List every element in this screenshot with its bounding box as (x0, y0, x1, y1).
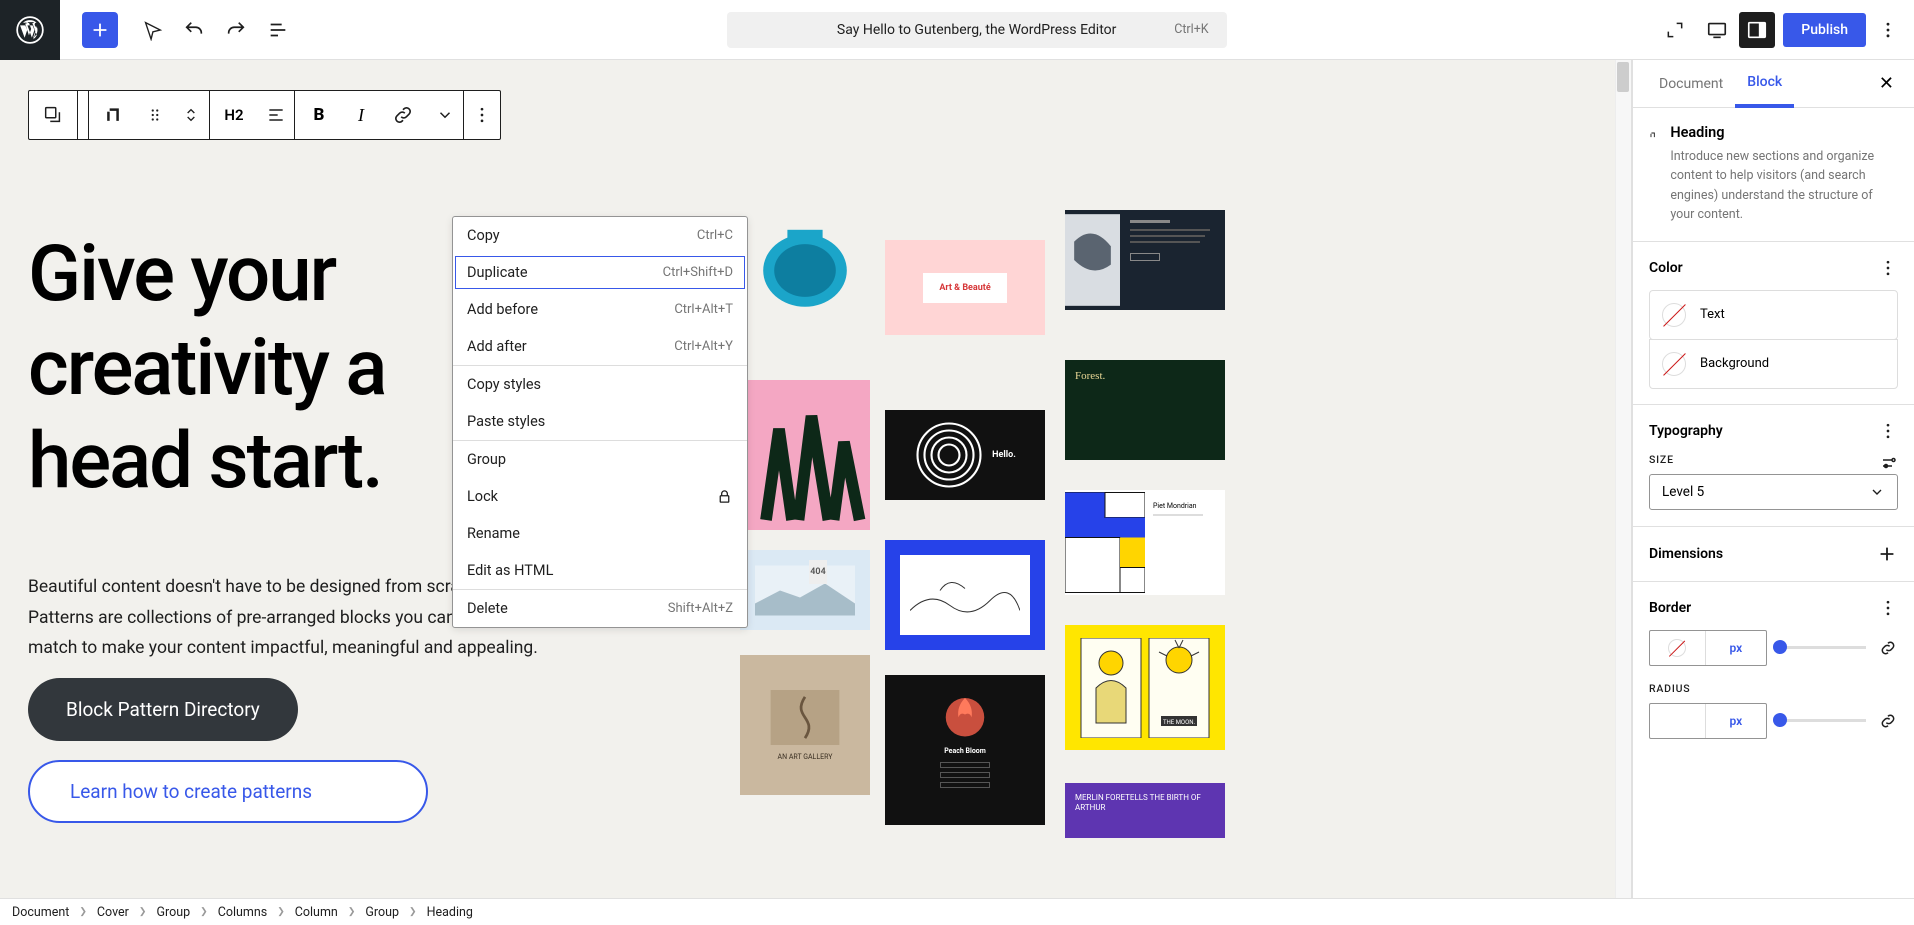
menu-lock[interactable]: Lock (453, 478, 747, 515)
tab-document[interactable]: Document (1647, 62, 1735, 106)
redo-button[interactable] (216, 10, 256, 50)
breadcrumb-item[interactable]: Column (295, 905, 338, 920)
color-text-button[interactable]: Text (1649, 290, 1898, 340)
border-panel-title: Border (1649, 600, 1691, 616)
bold-button[interactable]: B (295, 91, 343, 139)
settings-toggle[interactable] (1739, 12, 1775, 48)
command-center[interactable]: Say Hello to Gutenberg, the WordPress Ed… (727, 12, 1227, 48)
menu-paste-styles[interactable]: Paste styles (453, 403, 747, 440)
swatch-icon (1668, 639, 1686, 657)
options-button[interactable] (1868, 10, 1908, 50)
link-icon[interactable] (1878, 638, 1898, 658)
settings-icon[interactable] (1880, 454, 1898, 472)
menu-add-before[interactable]: Add beforeCtrl+Alt+T (453, 291, 747, 328)
list-view-button[interactable] (258, 10, 298, 50)
menu-add-after[interactable]: Add afterCtrl+Alt+Y (453, 328, 747, 365)
italic-button[interactable]: I (343, 91, 379, 139)
command-title: Say Hello to Gutenberg, the WordPress Ed… (837, 22, 1116, 38)
lock-icon (716, 488, 733, 505)
dimensions-panel-title: Dimensions (1649, 546, 1723, 562)
publish-button[interactable]: Publish (1783, 13, 1866, 47)
scrollbar-vertical[interactable] (1615, 60, 1631, 898)
breadcrumb-item[interactable]: Columns (218, 905, 268, 920)
heading-level-button[interactable]: H2 (210, 91, 258, 139)
block-description: Introduce new sections and organize cont… (1670, 147, 1898, 225)
heading-icon (1649, 124, 1656, 146)
border-input[interactable]: px (1649, 630, 1767, 666)
parent-block-button[interactable] (29, 91, 77, 139)
undo-button[interactable] (174, 10, 214, 50)
breadcrumb-item[interactable]: Group (156, 905, 190, 920)
breadcrumb-item[interactable]: Cover (97, 905, 129, 920)
more-icon[interactable] (1878, 258, 1898, 278)
swatch-icon (1662, 352, 1686, 376)
tools-button[interactable] (132, 10, 172, 50)
close-icon[interactable]: ✕ (1873, 73, 1900, 94)
block-options-button[interactable] (464, 91, 500, 139)
color-panel-title: Color (1649, 260, 1683, 276)
menu-copy[interactable]: CopyCtrl+C (453, 217, 747, 254)
preview-button[interactable] (1697, 10, 1737, 50)
breadcrumb-item[interactable]: Document (12, 905, 69, 920)
button-block-primary[interactable]: Block Pattern Directory (28, 678, 298, 741)
link-button[interactable] (379, 91, 427, 139)
unlink-icon[interactable] (1878, 711, 1898, 731)
menu-delete[interactable]: DeleteShift+Alt+Z (453, 590, 747, 627)
breadcrumb-item[interactable]: Group (365, 905, 399, 920)
drag-handle[interactable] (137, 91, 173, 139)
editor-canvas[interactable]: H2 B I Give your creati (0, 60, 1632, 898)
block-title: Heading (1670, 124, 1898, 141)
radius-range[interactable] (1779, 719, 1866, 722)
color-background-button[interactable]: Background (1649, 339, 1898, 389)
move-buttons[interactable] (173, 91, 209, 139)
typography-panel-title: Typography (1649, 423, 1723, 439)
border-range[interactable] (1779, 646, 1866, 649)
block-type-button[interactable] (89, 91, 137, 139)
more-formatting-button[interactable] (427, 91, 463, 139)
svg-text:THE MOON.: THE MOON. (1163, 719, 1196, 726)
menu-copy-styles[interactable]: Copy styles (453, 366, 747, 403)
menu-rename[interactable]: Rename (453, 515, 747, 552)
wordpress-logo[interactable] (0, 0, 60, 60)
swatch-icon (1662, 303, 1686, 327)
chevron-down-icon (1869, 484, 1885, 500)
settings-sidebar: Document Block ✕ Heading Introduce new s… (1632, 60, 1914, 898)
menu-group[interactable]: Group (453, 441, 747, 478)
menu-duplicate[interactable]: DuplicateCtrl+Shift+D (453, 254, 747, 291)
breadcrumb: Document❯ Cover❯ Group❯ Columns❯ Column❯… (0, 898, 1914, 925)
plus-icon[interactable] (1876, 543, 1898, 565)
radius-label: Radius (1649, 682, 1898, 695)
tab-block[interactable]: Block (1735, 60, 1794, 108)
button-block-secondary[interactable]: Learn how to create patterns (28, 760, 428, 823)
size-select[interactable]: Level 5 (1649, 474, 1898, 510)
more-icon[interactable] (1878, 598, 1898, 618)
expand-button[interactable] (1655, 10, 1695, 50)
command-shortcut: Ctrl+K (1174, 22, 1208, 37)
align-button[interactable] (258, 91, 294, 139)
menu-edit-html[interactable]: Edit as HTML (453, 552, 747, 589)
more-icon[interactable] (1878, 421, 1898, 441)
size-label: Size (1649, 453, 1674, 466)
radius-input[interactable]: px (1649, 703, 1767, 739)
breadcrumb-item[interactable]: Heading (427, 905, 473, 920)
gallery-grid: AN ART GALLERY Art & Beauté Hello. Peach… (740, 100, 1591, 888)
block-context-menu: CopyCtrl+C DuplicateCtrl+Shift+D Add bef… (452, 216, 748, 628)
add-block-button[interactable] (82, 12, 118, 48)
block-toolbar: H2 B I (28, 90, 501, 140)
